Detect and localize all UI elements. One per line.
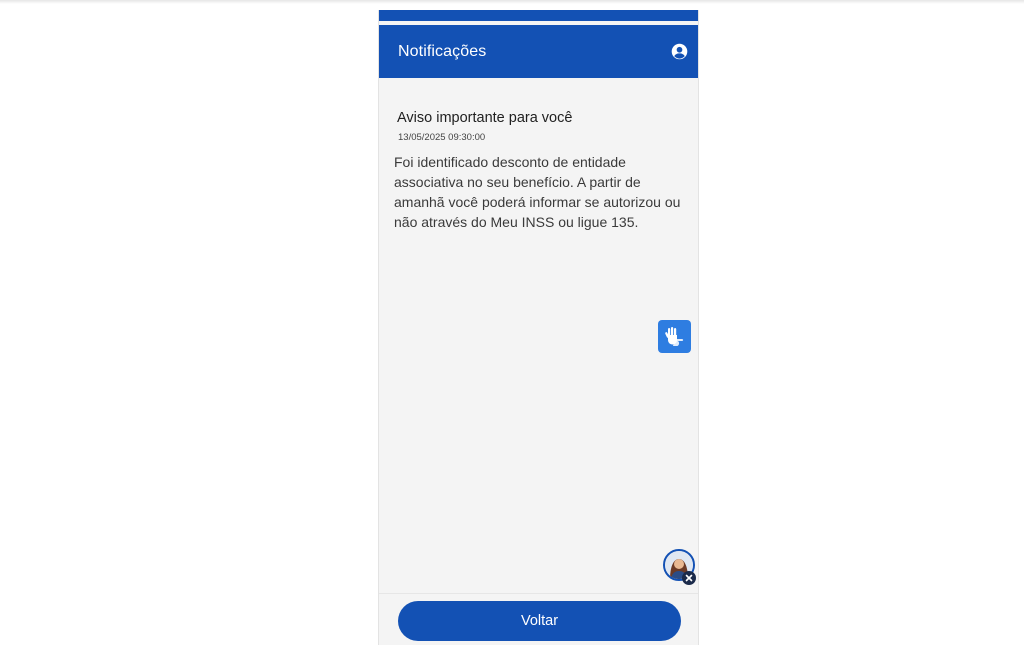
notification-timestamp: 13/05/2025 09:30:00 <box>398 132 486 143</box>
mobile-screen: Notificações Aviso importante para você … <box>378 10 699 645</box>
account-circle-icon[interactable] <box>671 43 688 60</box>
notification-body: Foi identificado desconto de entidade as… <box>394 154 681 230</box>
page-title: Notificações <box>398 43 487 60</box>
close-icon <box>685 574 693 582</box>
libras-accessibility-button[interactable] <box>658 320 691 353</box>
assistant-close-button[interactable] <box>682 571 696 585</box>
notification-title: Aviso importante para você <box>397 110 573 126</box>
status-bar <box>379 10 698 21</box>
sign-language-hands-icon <box>665 327 684 346</box>
app-header: Notificações <box>379 25 698 78</box>
back-button[interactable]: Voltar <box>398 601 681 641</box>
window-top-shadow <box>0 0 1024 4</box>
